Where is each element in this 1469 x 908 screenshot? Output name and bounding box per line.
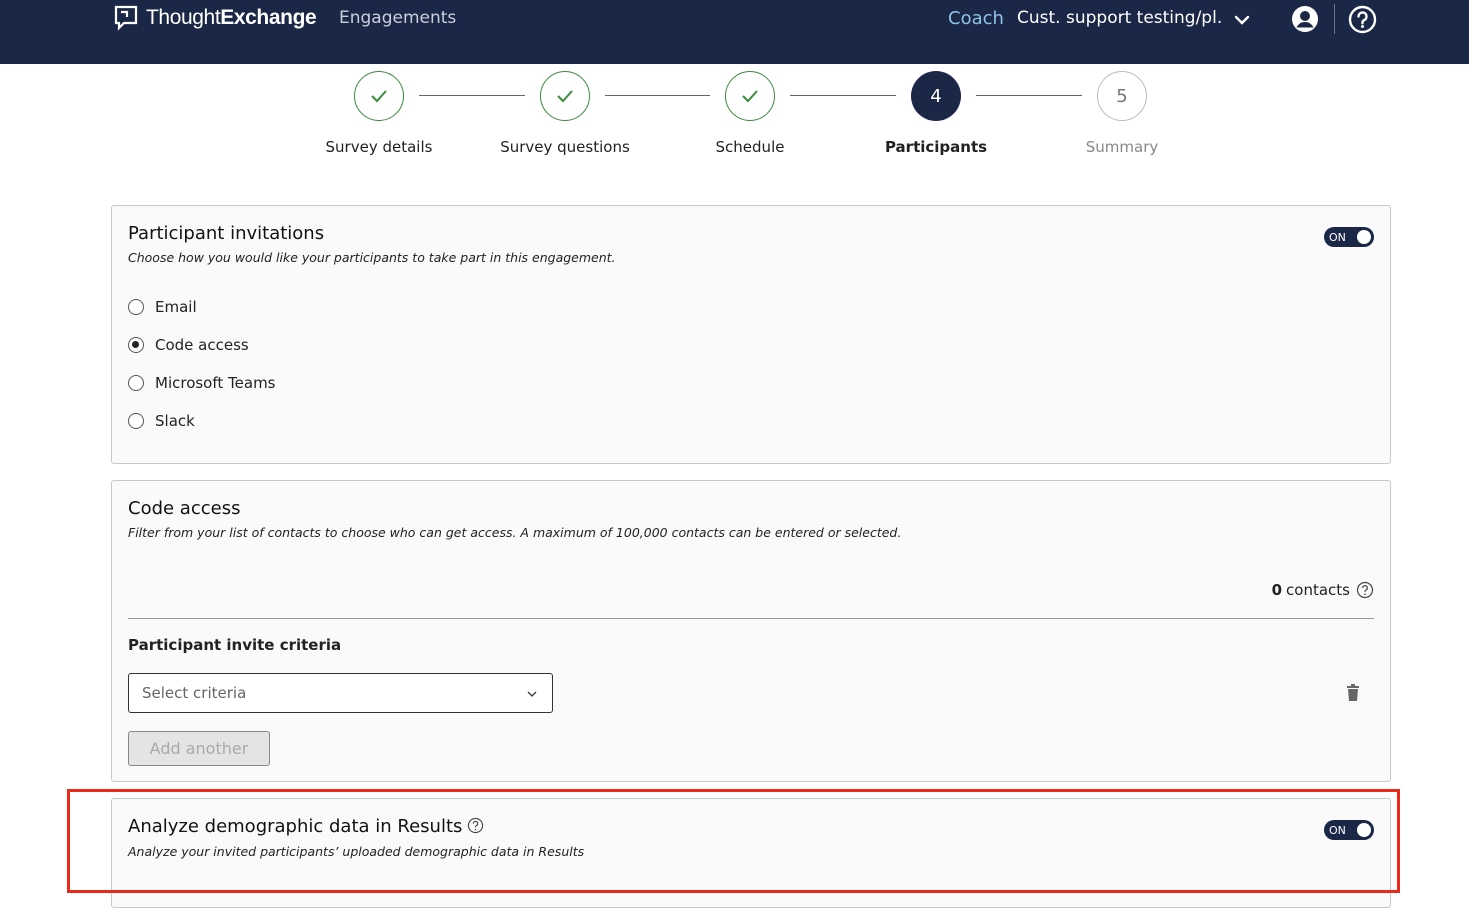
thoughtexchange-logo[interactable]: ThoughtExchange xyxy=(112,4,317,32)
step-5-summary[interactable]: 5 xyxy=(1097,71,1147,121)
checkmark-icon xyxy=(371,90,387,103)
user-account-icon[interactable] xyxy=(1291,5,1319,33)
nav-engagements-link[interactable]: Engagements xyxy=(339,8,456,28)
radio-button[interactable] xyxy=(128,299,144,315)
criteria-select-placeholder: Select criteria xyxy=(142,684,247,702)
logo-icon xyxy=(114,5,138,31)
participant-invitations-title: Participant invitations xyxy=(128,223,325,244)
section-divider xyxy=(128,618,1374,619)
code-access-subtitle: Filter from your list of contacts to cho… xyxy=(128,525,902,540)
contacts-count: 0 contacts xyxy=(1272,581,1374,599)
logo-text: ThoughtExchange xyxy=(146,6,317,29)
trash-icon[interactable] xyxy=(1346,684,1360,701)
step-label-survey-details[interactable]: Survey details xyxy=(289,138,469,156)
toggle-knob xyxy=(1357,230,1371,244)
radio-option-microsoft-teams[interactable]: Microsoft Teams xyxy=(128,374,276,392)
contacts-label: contacts xyxy=(1286,581,1350,599)
chevron-down-icon xyxy=(527,691,537,697)
step-1-survey-details[interactable] xyxy=(354,71,404,121)
invite-criteria-label: Participant invite criteria xyxy=(128,636,342,654)
code-access-card: Code access Filter from your list of con… xyxy=(111,480,1391,782)
top-navigation-bar: ThoughtExchange Engagements Coach Cust. … xyxy=(0,0,1469,64)
step-label-summary[interactable]: Summary xyxy=(1032,138,1212,156)
radio-option-slack[interactable]: Slack xyxy=(128,412,195,430)
radio-button[interactable] xyxy=(128,413,144,429)
toggle-label: ON xyxy=(1329,230,1346,244)
participant-invitations-toggle[interactable]: ON xyxy=(1324,227,1374,247)
radio-label: Microsoft Teams xyxy=(155,374,276,392)
radio-option-code-access[interactable]: Code access xyxy=(128,336,249,354)
nav-coach-link[interactable]: Coach xyxy=(948,8,1004,29)
step-connector xyxy=(419,95,525,96)
step-label-schedule[interactable]: Schedule xyxy=(660,138,840,156)
help-circle-icon[interactable] xyxy=(1356,581,1374,599)
radio-button[interactable] xyxy=(128,375,144,391)
step-4-participants[interactable]: 4 xyxy=(911,71,961,121)
radio-button-selected[interactable] xyxy=(128,337,144,353)
participant-invitations-subtitle: Choose how you would like your participa… xyxy=(128,250,616,265)
add-another-button[interactable]: Add another xyxy=(128,731,270,766)
checkmark-icon xyxy=(742,90,758,103)
org-selector[interactable]: Cust. support testing/pl... xyxy=(1017,8,1222,28)
chevron-down-icon[interactable] xyxy=(1232,10,1252,30)
contacts-number: 0 xyxy=(1271,581,1283,599)
radio-label: Slack xyxy=(155,412,195,430)
radio-option-email[interactable]: Email xyxy=(128,298,197,316)
criteria-select[interactable]: Select criteria xyxy=(128,673,553,713)
step-3-schedule[interactable] xyxy=(725,71,775,121)
step-connector xyxy=(605,95,710,96)
step-label-survey-questions[interactable]: Survey questions xyxy=(475,138,655,156)
nav-divider xyxy=(1334,4,1335,34)
step-connector xyxy=(976,95,1082,96)
step-label-participants[interactable]: Participants xyxy=(846,138,1026,156)
help-icon[interactable] xyxy=(1348,5,1377,34)
radio-label: Email xyxy=(155,298,197,316)
step-connector xyxy=(790,95,896,96)
checkmark-icon xyxy=(557,90,573,103)
radio-label: Code access xyxy=(155,336,249,354)
participant-invitations-card: Participant invitations Choose how you w… xyxy=(111,205,1391,464)
highlight-box xyxy=(67,789,1400,893)
step-2-survey-questions[interactable] xyxy=(540,71,590,121)
code-access-title: Code access xyxy=(128,498,241,519)
